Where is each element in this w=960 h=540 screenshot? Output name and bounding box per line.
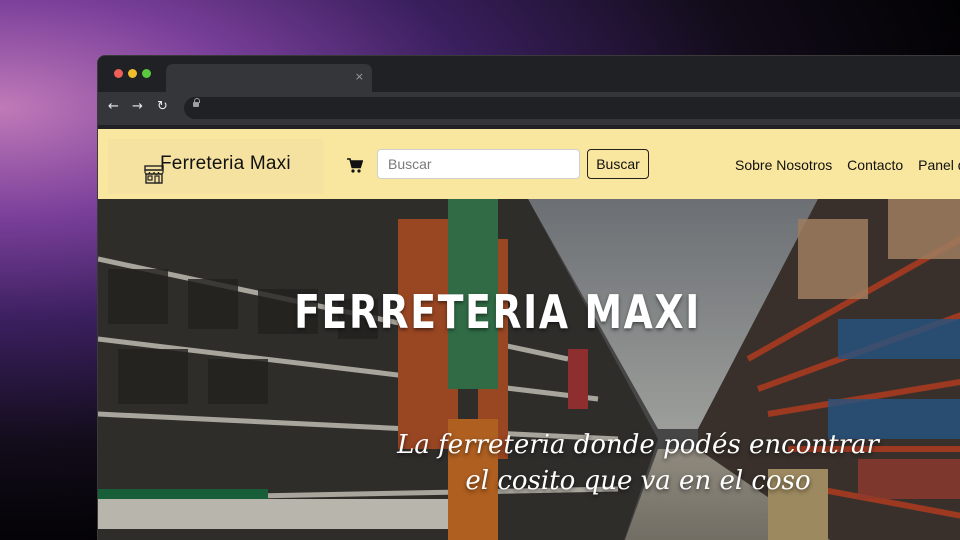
browser-window: × ← → ↻ Ferreteria Maxi Buscar Buscar So… [97, 55, 960, 540]
search-button[interactable]: Buscar [587, 149, 649, 179]
nav-link-sobre-nosotros[interactable]: Sobre Nosotros [735, 157, 832, 173]
browser-toolbar: ← → ↻ [98, 92, 960, 125]
lock-icon [193, 98, 200, 109]
brand-name: Ferreteria Maxi [160, 153, 291, 174]
browser-titlebar: × [98, 56, 960, 92]
close-window-button[interactable] [114, 69, 123, 78]
hero-title: FERRETERIA MAXI [294, 285, 701, 339]
nav-links: Sobre Nosotros Contacto Panel de [735, 157, 960, 173]
tab-close-icon[interactable]: × [355, 70, 364, 83]
hero-subtitle-line-2: el cosito que va en el coso [465, 466, 811, 496]
nav-link-panel[interactable]: Panel de [918, 157, 960, 173]
hero-subtitle: La ferreteria donde podés encontrar el c… [388, 427, 888, 499]
hero-subtitle-line-1: La ferreteria donde podés encontrar [397, 430, 879, 460]
browser-tab[interactable]: × [166, 64, 372, 92]
maximize-window-button[interactable] [142, 69, 151, 78]
hero-banner: FERRETERIA MAXI La ferreteria donde podé… [98, 199, 960, 540]
minimize-window-button[interactable] [128, 69, 137, 78]
brand-link[interactable]: Ferreteria Maxi [108, 139, 323, 194]
address-bar[interactable] [184, 97, 960, 119]
site-navbar: Ferreteria Maxi Buscar Sobre Nosotros Co… [98, 129, 960, 203]
search-input[interactable] [377, 149, 580, 179]
back-arrow-icon[interactable]: ← [108, 99, 119, 114]
forward-arrow-icon[interactable]: → [132, 99, 143, 114]
cart-icon[interactable] [347, 158, 363, 174]
nav-link-contacto[interactable]: Contacto [847, 157, 903, 173]
reload-icon[interactable]: ↻ [157, 99, 168, 114]
